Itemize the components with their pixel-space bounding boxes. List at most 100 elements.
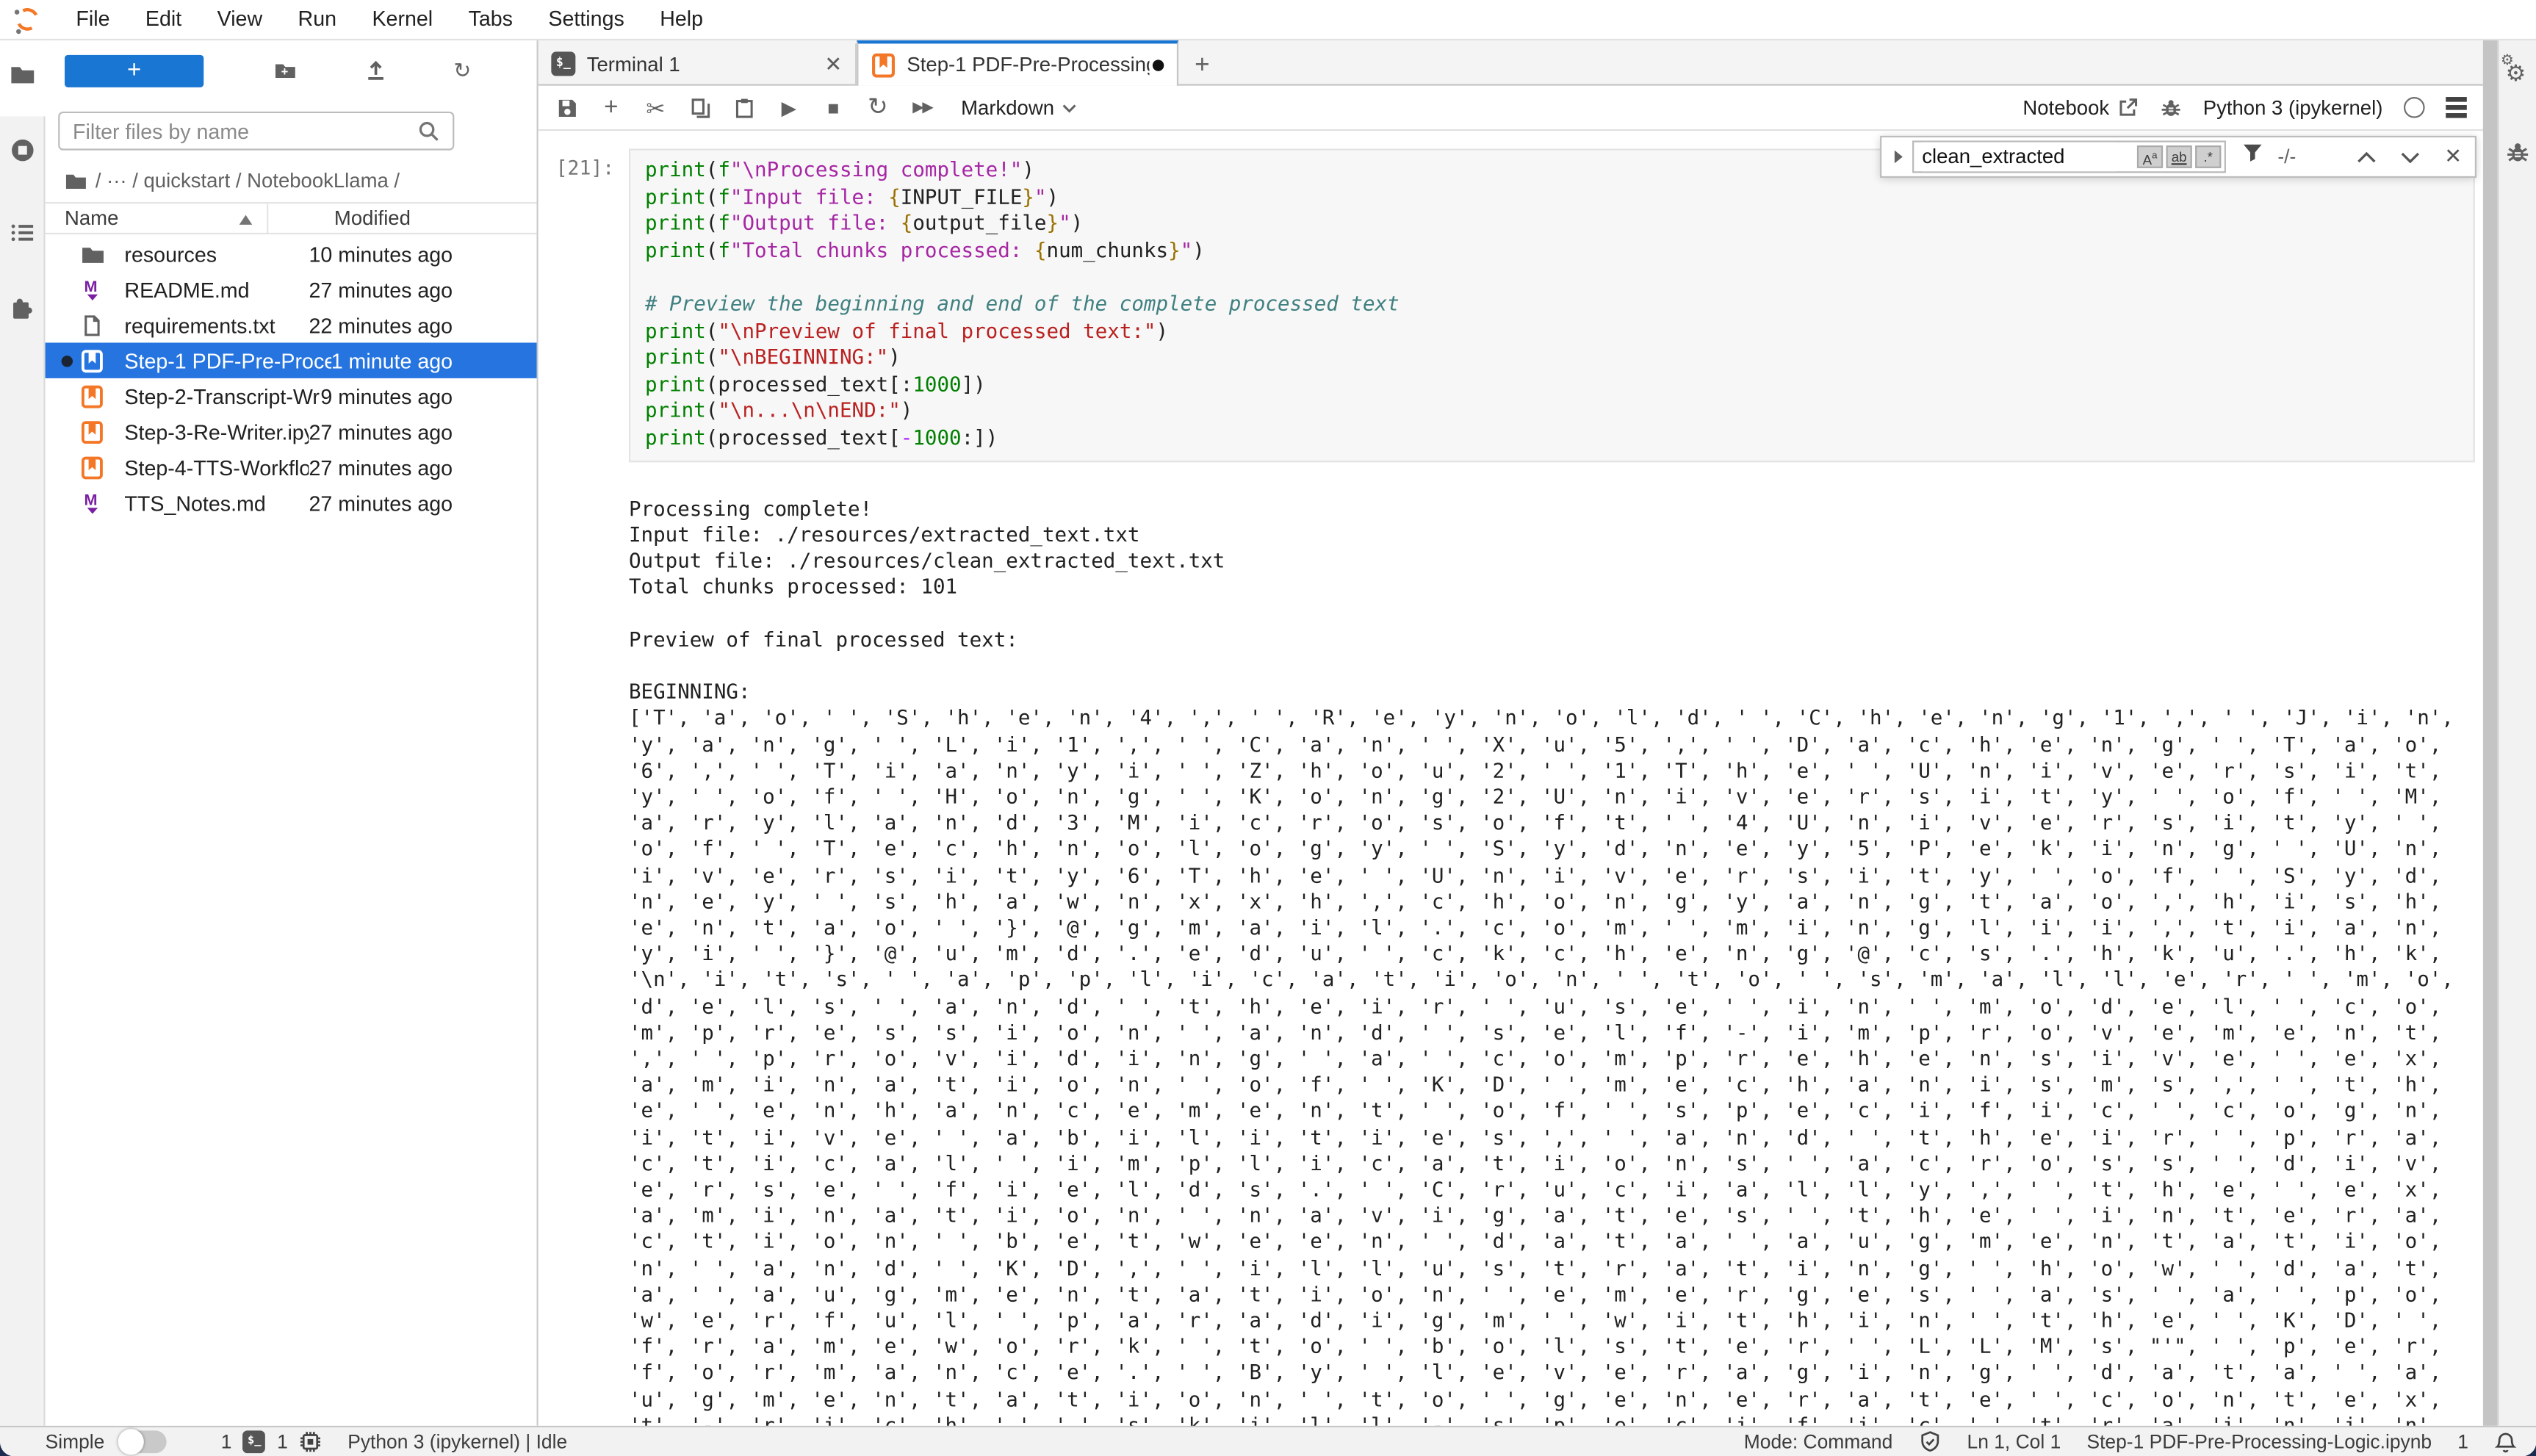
file-modified: 22 minutes ago [309, 313, 536, 337]
file-row[interactable]: requirements.txt22 minutes ago [46, 307, 537, 342]
debugger-icon[interactable] [2506, 140, 2530, 173]
regex-toggle[interactable]: .* [2195, 145, 2221, 168]
refresh-icon[interactable]: ↻ [450, 58, 475, 84]
close-search-icon[interactable]: ✕ [2444, 144, 2462, 170]
file-row[interactable]: MTTS_Notes.md27 minutes ago [46, 485, 537, 520]
jupyterlab-window: FileEditViewRunKernelTabsSettingsHelp [0, 0, 2536, 1456]
next-match-icon[interactable] [2401, 151, 2420, 162]
menu-items: FileEditViewRunKernelTabsSettingsHelp [58, 5, 721, 35]
file-row[interactable]: Step-1 PDF-Pre-Proces...1 minute ago [46, 342, 537, 378]
kernel-chip-icon[interactable] [299, 1430, 322, 1453]
search-input[interactable] [1922, 143, 2116, 172]
tab-bar: $_ Terminal 1 ✕ Step-1 PDF-Pre-Processin… [538, 40, 2483, 86]
kernel-name[interactable]: Python 3 (ipykernel) [2203, 96, 2383, 119]
table-of-contents-icon[interactable] [10, 220, 35, 245]
file-browser-icon[interactable] [10, 62, 35, 87]
tab-label: Terminal 1 [587, 53, 812, 76]
status-filename: Step-1 PDF-Pre-Processing-Logic.ipynb [2086, 1430, 2432, 1453]
chevron-down-icon [1062, 103, 1077, 112]
code-line: print("\n...\n\nEND:") [645, 398, 2474, 425]
file-row[interactable]: Step-3-Re-Writer.ipynb27 minutes ago [46, 414, 537, 449]
file-row[interactable]: Step-2-Transcript-Writ...9 minutes ago [46, 378, 537, 414]
cursor-position[interactable]: Ln 1, Col 1 [1967, 1430, 2061, 1453]
kernel-status-text[interactable]: Python 3 (ipykernel) | Idle [347, 1430, 567, 1453]
filter-files-input[interactable] [73, 115, 396, 147]
main-dock-panel: $_ Terminal 1 ✕ Step-1 PDF-Pre-Processin… [538, 40, 2483, 1426]
sort-ascending-icon[interactable] [239, 215, 253, 225]
menu-help[interactable]: Help [642, 7, 721, 31]
match-case-toggle[interactable]: Aa [2137, 145, 2163, 168]
menu-run[interactable]: Run [280, 7, 354, 31]
mode-indicator[interactable]: Mode: Command [1744, 1430, 1893, 1453]
folder-icon [79, 242, 105, 266]
close-tab-icon[interactable]: ✕ [812, 51, 843, 76]
save-icon[interactable] [555, 96, 579, 119]
cell-editor[interactable]: print(f"\nProcessing complete!")print(f"… [629, 148, 2475, 461]
terminals-count[interactable]: 1 [221, 1430, 232, 1453]
copy-cells-icon[interactable] [688, 96, 712, 119]
notebook-label: Notebook [2022, 96, 2109, 119]
menu-settings[interactable]: Settings [530, 7, 642, 31]
cut-cells-icon[interactable]: ✂ [644, 96, 668, 119]
open-in-notebook-button[interactable]: Notebook [2022, 96, 2138, 119]
menu-tabs[interactable]: Tabs [450, 7, 530, 31]
notebook-toolbar: + ✂ ▶ ■ ↻ ▶▶ Markdown Notebook [538, 86, 2483, 131]
new-folder-icon[interactable]: + [272, 58, 298, 84]
paste-cells-icon[interactable] [732, 96, 757, 119]
svg-text:M: M [83, 491, 96, 508]
upload-icon[interactable] [362, 58, 388, 84]
extension-manager-icon[interactable] [10, 296, 35, 322]
stop-kernel-icon[interactable]: ■ [821, 98, 846, 117]
kernel-status-icon[interactable] [2404, 97, 2425, 118]
run-cell-icon[interactable]: ▶ [777, 98, 801, 117]
column-name[interactable]: Name [65, 207, 118, 230]
scrollbar[interactable] [2483, 40, 2498, 1426]
notebook-content: Aa ab .* -/- ✕ [538, 131, 2483, 1426]
file-row[interactable]: Step-4-TTS-Workflow.i...27 minutes ago [46, 450, 537, 485]
running-sessions-icon[interactable] [10, 137, 35, 163]
notebook-icon [79, 455, 105, 479]
tab-terminal-1[interactable]: $_ Terminal 1 ✕ [538, 43, 857, 84]
property-inspector-icon[interactable]: ⚙⚙ [2506, 63, 2526, 86]
new-launcher-button[interactable]: + [65, 55, 203, 87]
tab-step1-notebook[interactable]: Step-1 PDF-Pre-Processing [857, 40, 1178, 86]
file-row[interactable]: MREADME.md27 minutes ago [46, 272, 537, 307]
kernels-count[interactable]: 1 [277, 1430, 288, 1453]
menu-file[interactable]: File [58, 7, 128, 31]
cell-output-text: Processing complete! Input file: ./resou… [629, 469, 2475, 1425]
bell-icon[interactable] [2494, 1430, 2517, 1454]
menu-edit[interactable]: Edit [128, 7, 200, 31]
menu-view[interactable]: View [199, 7, 280, 31]
expand-search-icon[interactable] [1895, 151, 1903, 164]
file-name: resources [124, 242, 309, 266]
menu-bar: FileEditViewRunKernelTabsSettingsHelp [0, 0, 2536, 40]
file-name: TTS_Notes.md [124, 491, 309, 515]
add-cell-icon[interactable]: + [599, 95, 623, 120]
file-name: Step-2-Transcript-Writ... [124, 384, 320, 408]
file-row[interactable]: resources10 minutes ago [46, 236, 537, 271]
cell-type-dropdown[interactable]: Markdown [961, 96, 1077, 119]
filter-icon[interactable] [2242, 143, 2263, 172]
simple-mode-toggle[interactable] [118, 1430, 166, 1453]
restart-kernel-icon[interactable]: ↻ [865, 95, 890, 120]
notifications-count[interactable]: 1 [2457, 1430, 2468, 1453]
previous-match-icon[interactable] [2357, 151, 2376, 162]
svg-text:M: M [83, 277, 96, 295]
trust-shield-icon [1919, 1430, 1942, 1453]
new-tab-button[interactable]: + [1195, 51, 1210, 84]
right-activity-bar: ⚙⚙ [2498, 40, 2536, 1426]
restart-run-all-icon[interactable]: ▶▶ [910, 100, 934, 115]
debugger-bug-icon[interactable] [2159, 96, 2182, 119]
column-modified[interactable]: Modified [334, 207, 411, 230]
file-name: Step-4-TTS-Workflow.i... [124, 455, 309, 479]
toolbar-menu-icon[interactable] [2446, 98, 2467, 118]
breadcrumb-path[interactable]: / ··· / quickstart / NotebookLlama / [96, 170, 400, 192]
menu-kernel[interactable]: Kernel [354, 7, 450, 31]
whole-word-toggle[interactable]: ab [2166, 145, 2192, 168]
breadcrumb[interactable]: / ··· / quickstart / NotebookLlama / [65, 167, 400, 196]
terminal-status-icon[interactable]: $_ [243, 1430, 266, 1453]
notebook-icon [79, 419, 105, 444]
code-line [645, 264, 2474, 291]
column-divider [267, 203, 268, 234]
notebook-icon [79, 348, 105, 372]
